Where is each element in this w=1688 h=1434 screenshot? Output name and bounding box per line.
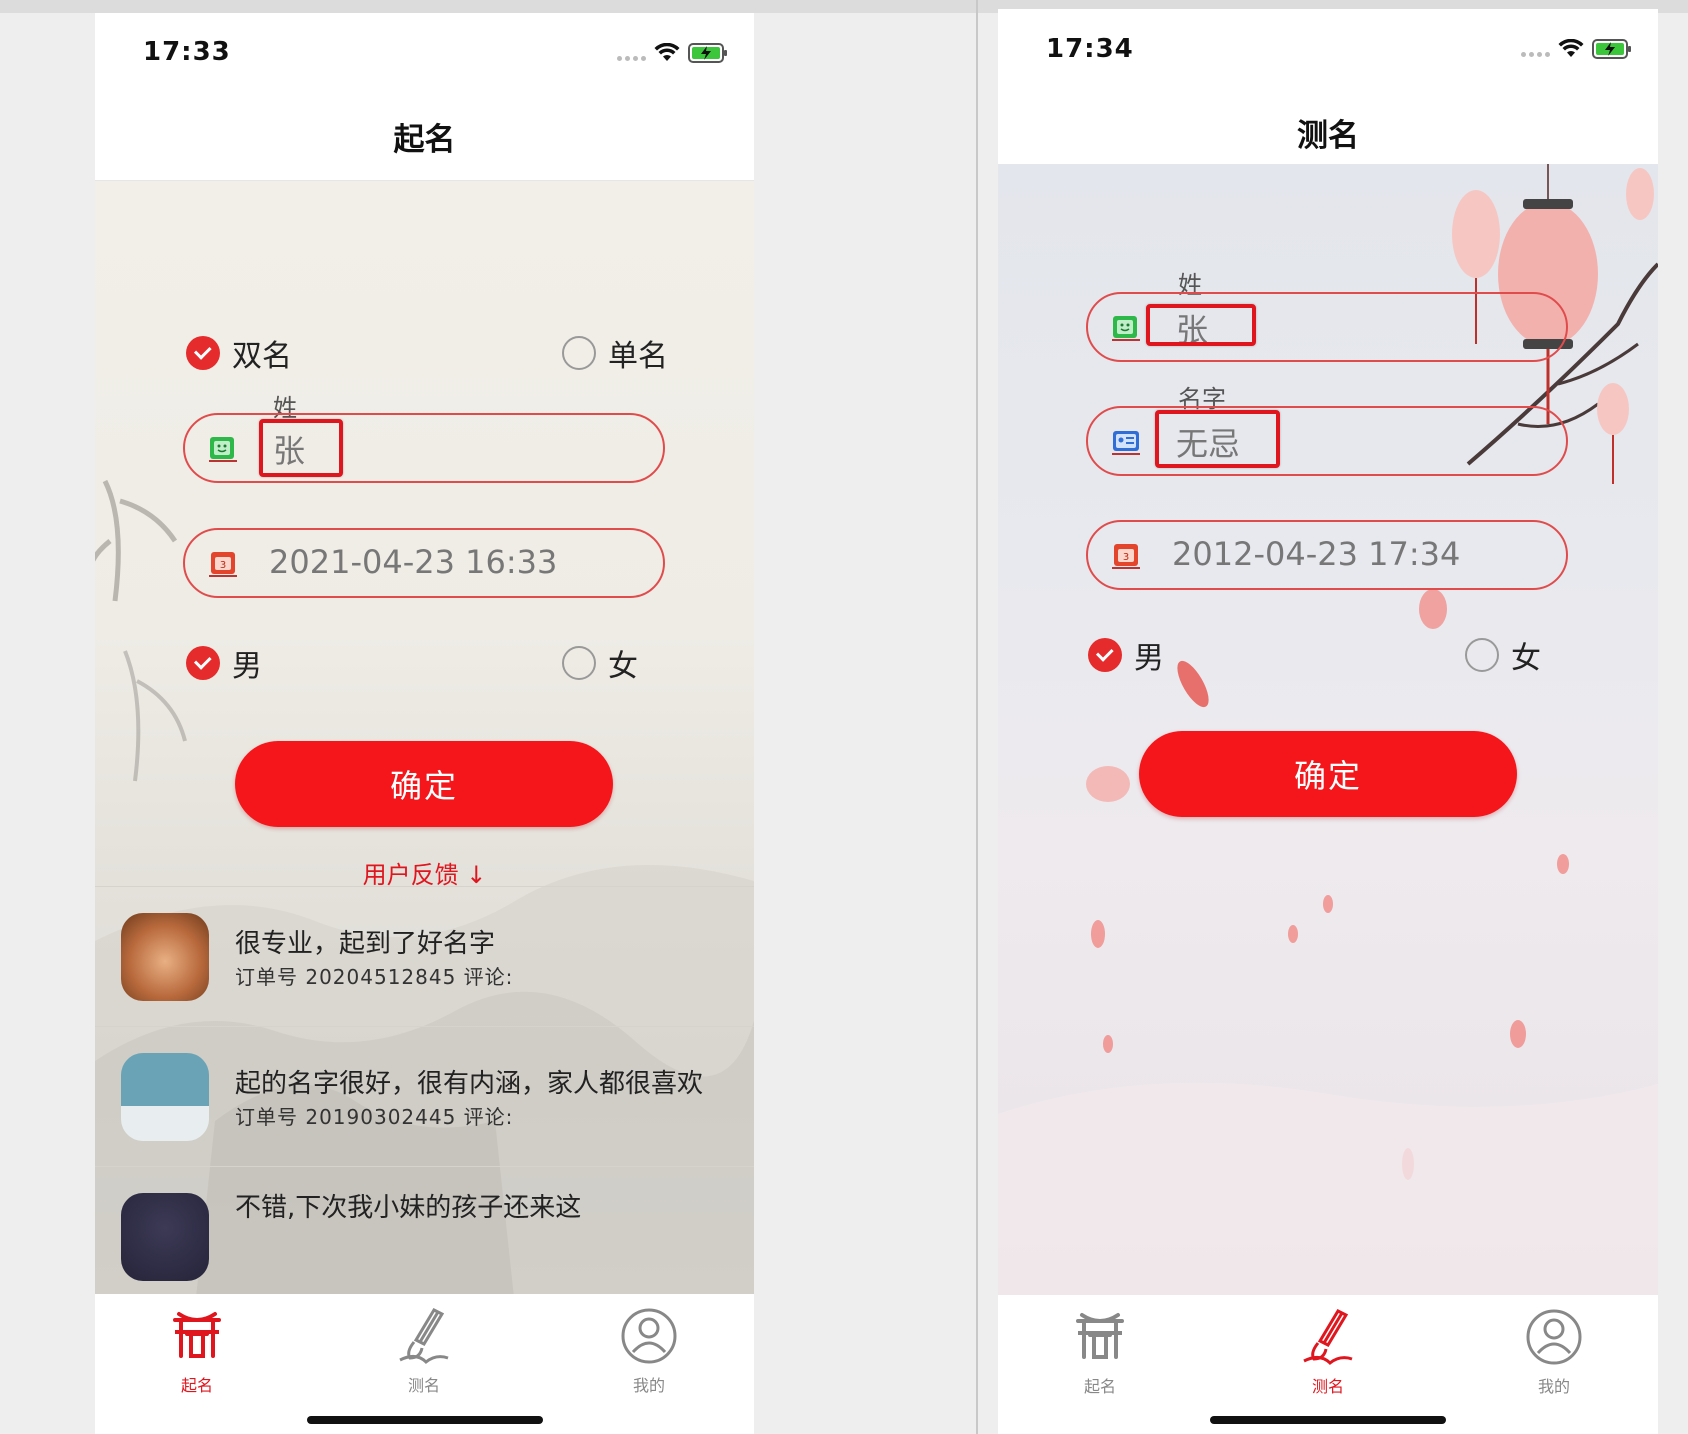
brush-icon: [1303, 1309, 1353, 1366]
gate-icon: [173, 1312, 221, 1358]
name-card-icon: [1112, 431, 1140, 455]
tab-mine[interactable]: 我的: [589, 1304, 709, 1396]
radio-unchecked-icon: [1465, 638, 1499, 672]
feedback-text: 不错,下次我小妹的孩子还来这: [235, 1193, 582, 1223]
status-icons: [1521, 39, 1632, 59]
radio-male[interactable]: 男: [1088, 633, 1164, 677]
phone-screen-naming: 17:33 起名 双名 单名 姓 张 3 2021-04-23 16:33 男 …: [95, 13, 754, 1434]
brush-icon: [399, 1308, 449, 1365]
tab-label: 起名: [1083, 1377, 1116, 1396]
surname-field[interactable]: 张: [183, 413, 665, 483]
user-icon: [1526, 1309, 1582, 1365]
radio-label: 女: [608, 649, 638, 684]
feedback-text: 很专业，起到了好名字: [235, 929, 496, 959]
radio-single-name[interactable]: 单名: [562, 331, 668, 375]
page-title: 起名: [393, 122, 456, 158]
phone-screen-name-test: 17:34 测名 姓 张 名字 无忌 3 2012-04-23 17:34 男 …: [998, 9, 1658, 1434]
battery-charging-icon: [1592, 39, 1632, 59]
feedback-item: 起的名字很好，很有内涵，家人都很喜欢 订单号 20190302445 评论:: [95, 1026, 754, 1166]
tab-label: 起名: [180, 1376, 213, 1395]
user-icon: [621, 1308, 677, 1364]
tab-bar: 起名 测名 我的: [95, 1294, 754, 1434]
status-time: 17:34: [1046, 34, 1134, 64]
status-bar: 17:34: [998, 9, 1658, 89]
feedback-header[interactable]: 用户反馈 ↓: [95, 855, 754, 890]
annotation-highlight-box: [259, 419, 343, 477]
home-indicator: [306, 1416, 543, 1424]
tab-label: 测名: [1311, 1377, 1344, 1396]
tab-label: 我的: [632, 1376, 665, 1395]
radio-male[interactable]: 男: [186, 641, 262, 685]
avatar: [121, 1193, 209, 1281]
tab-label: 我的: [1537, 1377, 1570, 1396]
page-title: 测名: [1297, 118, 1359, 154]
confirm-button[interactable]: 确定: [1139, 731, 1517, 817]
datetime-field[interactable]: 3 2021-04-23 16:33: [183, 528, 665, 598]
radio-checked-icon: [186, 646, 220, 680]
screen-divider: [976, 0, 978, 1434]
wifi-icon: [1558, 39, 1584, 59]
status-bar: 17:33: [95, 13, 754, 93]
status-time: 17:33: [143, 37, 231, 67]
tab-mine[interactable]: 我的: [1494, 1305, 1614, 1397]
nav-bar: 起名: [95, 93, 754, 181]
radio-double-name[interactable]: 双名: [186, 331, 292, 375]
svg-text:3: 3: [220, 560, 226, 571]
annotation-highlight-box: [1155, 410, 1280, 468]
battery-charging-icon: [688, 43, 728, 63]
avatar: [121, 913, 209, 1001]
id-card-icon: [209, 437, 237, 462]
tab-naming[interactable]: 起名: [137, 1304, 257, 1396]
avatar: [121, 1053, 209, 1141]
radio-label: 男: [1134, 641, 1164, 676]
feedback-order: 订单号 20190302445 评论:: [235, 1105, 514, 1129]
radio-female[interactable]: 女: [1465, 633, 1541, 677]
radio-female[interactable]: 女: [562, 641, 638, 685]
status-icons: [617, 43, 728, 63]
gate-icon: [1076, 1313, 1124, 1359]
tab-name-test[interactable]: 测名: [364, 1304, 484, 1396]
name-test-form-area: 姓 张 名字 无忌 3 2012-04-23 17:34 男 女 确定: [998, 164, 1658, 1295]
radio-label: 单名: [608, 339, 668, 374]
id-card-icon: [1112, 316, 1140, 341]
radio-label: 双名: [232, 339, 292, 374]
tab-label: 测名: [407, 1376, 440, 1395]
home-indicator: [1210, 1416, 1446, 1424]
calendar-icon: 3: [209, 552, 237, 577]
tab-naming[interactable]: 起名: [1040, 1305, 1160, 1397]
radio-checked-icon: [186, 336, 220, 370]
signal-icon: [617, 55, 646, 61]
wifi-icon: [654, 43, 680, 63]
feedback-text: 起的名字很好，很有内涵，家人都很喜欢: [235, 1069, 704, 1099]
feedback-item: 不错,下次我小妹的孩子还来这: [95, 1166, 754, 1306]
naming-form-area: 双名 单名 姓 张 3 2021-04-23 16:33 男 女 确定 用户反馈…: [95, 181, 754, 1307]
radio-checked-icon: [1088, 638, 1122, 672]
radio-label: 男: [232, 649, 262, 684]
radio-unchecked-icon: [562, 646, 596, 680]
datetime-value: 2021-04-23 16:33: [269, 543, 558, 581]
radio-unchecked-icon: [562, 336, 596, 370]
feedback-item: 很专业，起到了好名字 订单号 20204512845 评论:: [95, 886, 754, 1026]
calendar-icon: 3: [1112, 544, 1140, 569]
radio-label: 女: [1511, 641, 1541, 676]
datetime-value: 2012-04-23 17:34: [1172, 535, 1461, 573]
svg-text:3: 3: [1123, 552, 1129, 563]
feedback-order: 订单号 20204512845 评论:: [235, 965, 514, 989]
tab-bar: 起名 测名 我的: [998, 1295, 1658, 1434]
signal-icon: [1521, 51, 1550, 57]
confirm-button[interactable]: 确定: [235, 741, 613, 827]
datetime-field[interactable]: 3 2012-04-23 17:34: [1086, 520, 1568, 590]
annotation-highlight-box: [1146, 304, 1256, 346]
tab-name-test[interactable]: 测名: [1268, 1305, 1388, 1397]
